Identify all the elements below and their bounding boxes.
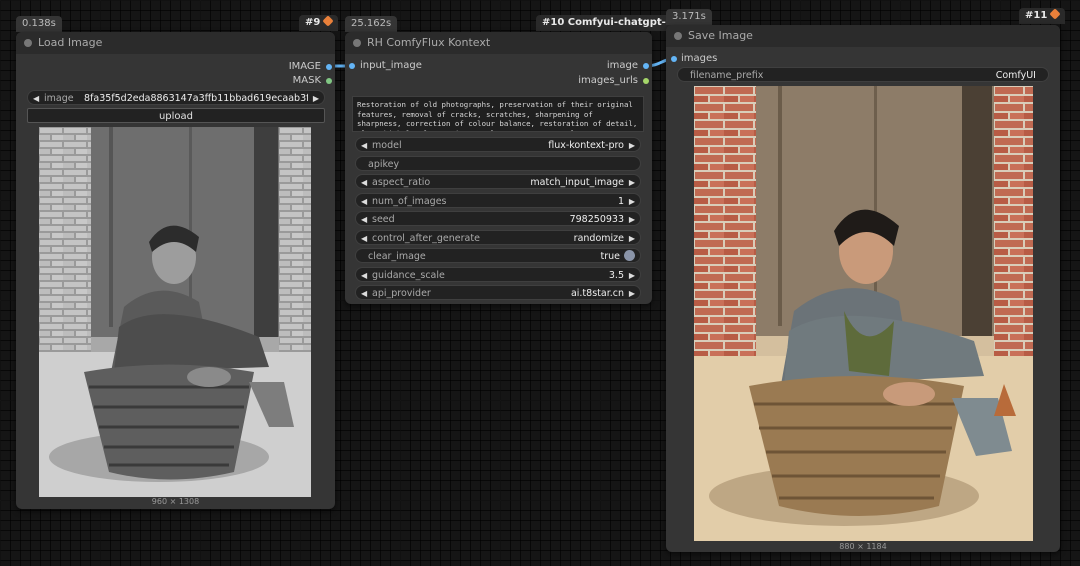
arrow-left-icon[interactable]: ◀ [361,194,367,209]
upload-button[interactable]: upload [27,108,325,123]
num-images-label: num_of_images [372,196,447,207]
node9-id-tag: #9 [299,15,339,31]
arrow-right-icon[interactable]: ▶ [629,138,635,153]
node11-titlebar[interactable]: Save Image [666,25,1060,47]
output-image-preview [694,86,1033,541]
fox-icon [1049,8,1061,20]
input-images-port[interactable]: images [681,52,717,66]
output-mask-label: MASK [292,75,321,86]
input-images-label: images [681,53,718,64]
input-image-preview [39,127,311,497]
input-image-port[interactable]: input_image [360,59,422,73]
aspect-ratio-label: aspect_ratio [372,177,431,188]
arrow-right-icon[interactable]: ▶ [629,212,635,227]
model-value: flux-kontext-pro [548,140,624,151]
aspect-ratio-widget[interactable]: ◀ aspect_ratio match_input_image ▶ [355,174,641,189]
seed-widget[interactable]: ◀ seed 798250933 ▶ [355,211,641,226]
arrow-left-icon[interactable]: ◀ [33,91,39,106]
node9-time-badge: 0.138s [16,16,62,32]
node10-title: RH ComfyFlux Kontext [367,36,491,49]
clear-image-label: clear_image [368,251,426,262]
output-image[interactable]: IMAGE [289,60,321,74]
fox-icon [322,15,335,27]
arrow-right-icon[interactable]: ▶ [629,175,635,190]
output-image-port[interactable]: image [607,59,638,73]
filename-prefix-label: filename_prefix [690,70,764,81]
num-images-value: 1 [617,196,624,207]
output-image-size: 880 × 1184 [839,542,887,551]
guidance-scale-label: guidance_scale [372,270,445,281]
save-image-node[interactable]: Save Image images filename_prefix ComfyU… [666,25,1060,552]
seed-label: seed [372,214,395,225]
collapse-dot-icon[interactable] [674,32,682,40]
clear-image-value: true [600,251,621,262]
apikey-widget[interactable]: apikey [355,156,641,171]
filename-prefix-value: ComfyUI [995,70,1036,81]
prompt-textarea[interactable]: Restoration of old photographs, preserva… [352,96,644,132]
output-urls-label: images_urls [578,75,638,86]
load-image-node[interactable]: Load Image IMAGE MASK ◀ image 8fa35f5d2e… [16,32,335,509]
apikey-label: apikey [368,159,400,170]
node11-id-tag: #11 [1019,8,1066,24]
api-provider-value: ai.t8star.cn [570,288,624,299]
image-select-label: image [44,93,74,104]
output-image-label: IMAGE [288,61,321,72]
arrow-left-icon[interactable]: ◀ [361,268,367,283]
output-mask[interactable]: MASK [293,74,321,88]
control-after-generate-value: randomize [573,233,624,244]
output-mask-dot-icon[interactable] [326,78,332,84]
output-urls-dot-icon[interactable] [643,78,649,84]
output-urls-port[interactable]: images_urls [578,74,638,88]
guidance-scale-widget[interactable]: ◀ guidance_scale 3.5 ▶ [355,267,641,282]
clear-image-toggle[interactable]: clear_image true [355,248,641,263]
input-image-size: 960 × 1308 [151,497,200,506]
arrow-left-icon[interactable]: ◀ [361,212,367,227]
output-image-dot-icon[interactable] [643,63,649,69]
image-select-value: 8fa35f5d2eda8863147a3ffb11bbad619ecaab3f… [84,93,308,104]
input-image-dot-icon[interactable] [349,63,355,69]
node9-title: Load Image [38,36,103,49]
model-label: model [372,140,402,151]
seed-value: 798250933 [569,214,624,225]
model-widget[interactable]: ◀ model flux-kontext-pro ▶ [355,137,641,152]
control-after-generate-widget[interactable]: ◀ control_after_generate randomize ▶ [355,230,641,245]
arrow-right-icon[interactable]: ▶ [629,231,635,246]
node9-id-text: #9 [305,17,321,28]
arrow-left-icon[interactable]: ◀ [361,175,367,190]
arrow-right-icon[interactable]: ▶ [629,194,635,209]
output-image-label: image [606,60,638,71]
node10-titlebar[interactable]: RH ComfyFlux Kontext [345,32,652,54]
guidance-scale-value: 3.5 [608,270,624,281]
old-photo-image [39,127,311,497]
input-image-label: input_image [360,60,422,71]
filename-prefix-widget[interactable]: filename_prefix ComfyUI [677,67,1049,82]
arrow-right-icon[interactable]: ▶ [629,268,635,283]
node11-title: Save Image [688,29,753,42]
collapse-dot-icon[interactable] [24,39,32,47]
flux-kontext-node[interactable]: RH ComfyFlux Kontext input_image image i… [345,32,652,304]
num-images-widget[interactable]: ◀ num_of_images 1 ▶ [355,193,641,208]
arrow-left-icon[interactable]: ◀ [361,231,367,246]
arrow-left-icon[interactable]: ◀ [361,138,367,153]
collapse-dot-icon[interactable] [353,39,361,47]
image-select-widget[interactable]: ◀ image 8fa35f5d2eda8863147a3ffb11bbad61… [27,90,325,105]
input-images-dot-icon[interactable] [671,56,677,62]
api-provider-widget[interactable]: ◀ api_provider ai.t8star.cn ▶ [355,285,641,300]
aspect-ratio-value: match_input_image [530,177,624,188]
restored-photo-image [694,86,1033,541]
node10-time-badge: 25.162s [345,16,398,32]
control-after-generate-label: control_after_generate [372,233,480,244]
toggle-knob-icon[interactable] [624,250,635,261]
arrow-right-icon[interactable]: ▶ [313,91,319,106]
node9-titlebar[interactable]: Load Image [16,32,335,54]
node11-time-badge: 3.171s [666,9,712,25]
arrow-right-icon[interactable]: ▶ [629,286,635,301]
api-provider-label: api_provider [372,288,431,299]
node11-id-text: #11 [1025,10,1048,21]
arrow-left-icon[interactable]: ◀ [361,286,367,301]
output-image-dot-icon[interactable] [326,64,332,70]
